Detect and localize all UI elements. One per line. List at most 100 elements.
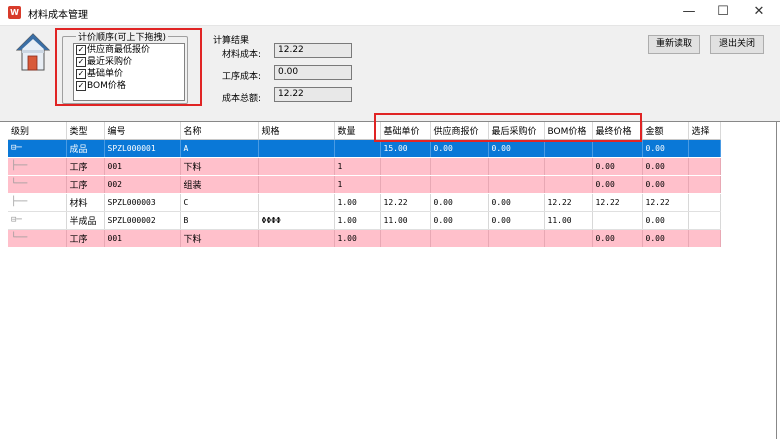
cell-bom-price[interactable]: [544, 157, 593, 176]
cell-code[interactable]: SPZL000002: [104, 211, 181, 230]
order-item-latest-purchase[interactable]: ✓ 最近采购价: [74, 56, 184, 68]
close-button[interactable]: ✕: [742, 0, 776, 26]
cell-code[interactable]: SPZL000003: [104, 193, 181, 212]
cell-name[interactable]: 下料: [180, 157, 259, 176]
col-header-select[interactable]: 选择: [688, 122, 721, 140]
order-item-supplier-lowest[interactable]: ✓ 供应商最低报价: [74, 44, 184, 56]
checkbox-base-price[interactable]: ✓: [76, 69, 86, 79]
cell-supplier-price[interactable]: [430, 229, 489, 248]
cell-select[interactable]: [688, 229, 721, 248]
cell-spec[interactable]: [258, 139, 335, 158]
cell-supplier-price[interactable]: [430, 157, 489, 176]
table-row[interactable]: ⊟─ 成品 SPZL000001 A 15.00 0.00 0.00 0.00: [8, 139, 721, 158]
cell-base-price[interactable]: [380, 175, 431, 194]
minimize-button[interactable]: —: [672, 0, 706, 26]
maximize-button[interactable]: ☐: [706, 0, 740, 26]
cell-supplier-price[interactable]: [430, 175, 489, 194]
cell-last-purchase[interactable]: [488, 157, 545, 176]
cell-amount[interactable]: 0.00: [642, 229, 689, 248]
col-header-code[interactable]: 编号: [104, 122, 181, 140]
cell-code[interactable]: 002: [104, 175, 181, 194]
exit-close-button[interactable]: 退出关闭: [710, 35, 764, 54]
cell-type[interactable]: 工序: [66, 229, 105, 248]
table-row[interactable]: └── 工序 002 组装 1 0.00 0.00: [8, 175, 721, 194]
col-header-base-price[interactable]: 基础单价: [380, 122, 431, 140]
cell-qty[interactable]: 1.00: [334, 211, 381, 230]
cell-type[interactable]: 半成品: [66, 211, 105, 230]
cell-bom-price[interactable]: [544, 139, 593, 158]
cell-bom-price[interactable]: [544, 229, 593, 248]
cell-name[interactable]: C: [180, 193, 259, 212]
cell-last-purchase[interactable]: 0.00: [488, 193, 545, 212]
cell-spec[interactable]: [258, 175, 335, 194]
cell-name[interactable]: A: [180, 139, 259, 158]
cell-amount[interactable]: 12.22: [642, 193, 689, 212]
col-header-amount[interactable]: 金额: [642, 122, 689, 140]
cell-qty[interactable]: 1.00: [334, 193, 381, 212]
cell-supplier-price[interactable]: 0.00: [430, 139, 489, 158]
cell-code[interactable]: SPZL000001: [104, 139, 181, 158]
col-header-spec[interactable]: 规格: [258, 122, 335, 140]
cell-last-purchase[interactable]: [488, 175, 545, 194]
cell-amount[interactable]: 0.00: [642, 175, 689, 194]
cell-code[interactable]: 001: [104, 229, 181, 248]
cell-qty[interactable]: 1: [334, 157, 381, 176]
cell-select[interactable]: [688, 211, 721, 230]
cell-supplier-price[interactable]: 0.00: [430, 193, 489, 212]
cell-type[interactable]: 工序: [66, 157, 105, 176]
cell-spec[interactable]: [258, 157, 335, 176]
cell-supplier-price[interactable]: 0.00: [430, 211, 489, 230]
price-order-list[interactable]: ✓ 供应商最低报价 ✓ 最近采购价 ✓ 基础单价 ✓ BOM价格: [73, 43, 185, 101]
col-header-qty[interactable]: 数量: [334, 122, 381, 140]
checkbox-bom-price[interactable]: ✓: [76, 81, 86, 91]
cell-final-price[interactable]: 0.00: [592, 229, 643, 248]
col-header-level[interactable]: 级别: [8, 122, 67, 140]
cell-amount[interactable]: 0.00: [642, 211, 689, 230]
cell-spec[interactable]: [258, 229, 335, 248]
cell-bom-price[interactable]: 11.00: [544, 211, 593, 230]
cell-final-price[interactable]: [592, 211, 643, 230]
cell-select[interactable]: [688, 175, 721, 194]
cell-select[interactable]: [688, 157, 721, 176]
col-header-name[interactable]: 名称: [180, 122, 259, 140]
cost-grid[interactable]: 级别 类型 编号 名称 规格 数量 基础单价 供应商报价 最后采购价 BOM价格…: [8, 122, 721, 248]
table-row[interactable]: ⊟─ 半成品 SPZL000002 B ΦΦΦΦ 1.00 11.00 0.00…: [8, 211, 721, 230]
cell-name[interactable]: 下料: [180, 229, 259, 248]
cell-type[interactable]: 材料: [66, 193, 105, 212]
checkbox-latest-purchase[interactable]: ✓: [76, 57, 86, 67]
checkbox-supplier-lowest[interactable]: ✓: [76, 45, 86, 55]
reload-button[interactable]: 重新读取: [648, 35, 700, 54]
cell-type[interactable]: 成品: [66, 139, 105, 158]
cell-last-purchase[interactable]: [488, 229, 545, 248]
cell-select[interactable]: [688, 139, 721, 158]
col-header-final-price[interactable]: 最终价格: [592, 122, 643, 140]
tree-node-expander[interactable]: ⊟─: [8, 139, 67, 158]
cell-select[interactable]: [688, 193, 721, 212]
col-header-bom-price[interactable]: BOM价格: [544, 122, 593, 140]
cell-base-price[interactable]: [380, 229, 431, 248]
cell-code[interactable]: 001: [104, 157, 181, 176]
cell-last-purchase[interactable]: 0.00: [488, 211, 545, 230]
table-row[interactable]: └── 工序 001 下料 1.00 0.00 0.00: [8, 229, 721, 248]
cell-bom-price[interactable]: [544, 175, 593, 194]
cell-spec[interactable]: [258, 193, 335, 212]
cell-qty[interactable]: [334, 139, 381, 158]
cell-amount[interactable]: 0.00: [642, 157, 689, 176]
col-header-type[interactable]: 类型: [66, 122, 105, 140]
cell-spec[interactable]: ΦΦΦΦ: [258, 211, 335, 230]
cell-amount[interactable]: 0.00: [642, 139, 689, 158]
cell-qty[interactable]: 1: [334, 175, 381, 194]
col-header-last-purchase[interactable]: 最后采购价: [488, 122, 545, 140]
cell-final-price[interactable]: [592, 139, 643, 158]
cell-bom-price[interactable]: 12.22: [544, 193, 593, 212]
cell-final-price[interactable]: 0.00: [592, 175, 643, 194]
cell-type[interactable]: 工序: [66, 175, 105, 194]
cell-name[interactable]: 组装: [180, 175, 259, 194]
tree-node-expander[interactable]: ⊟─: [8, 211, 67, 230]
cell-last-purchase[interactable]: 0.00: [488, 139, 545, 158]
order-item-bom-price[interactable]: ✓ BOM价格: [74, 80, 184, 92]
cell-base-price[interactable]: 12.22: [380, 193, 431, 212]
order-item-base-price[interactable]: ✓ 基础单价: [74, 68, 184, 80]
cell-name[interactable]: B: [180, 211, 259, 230]
cell-qty[interactable]: 1.00: [334, 229, 381, 248]
